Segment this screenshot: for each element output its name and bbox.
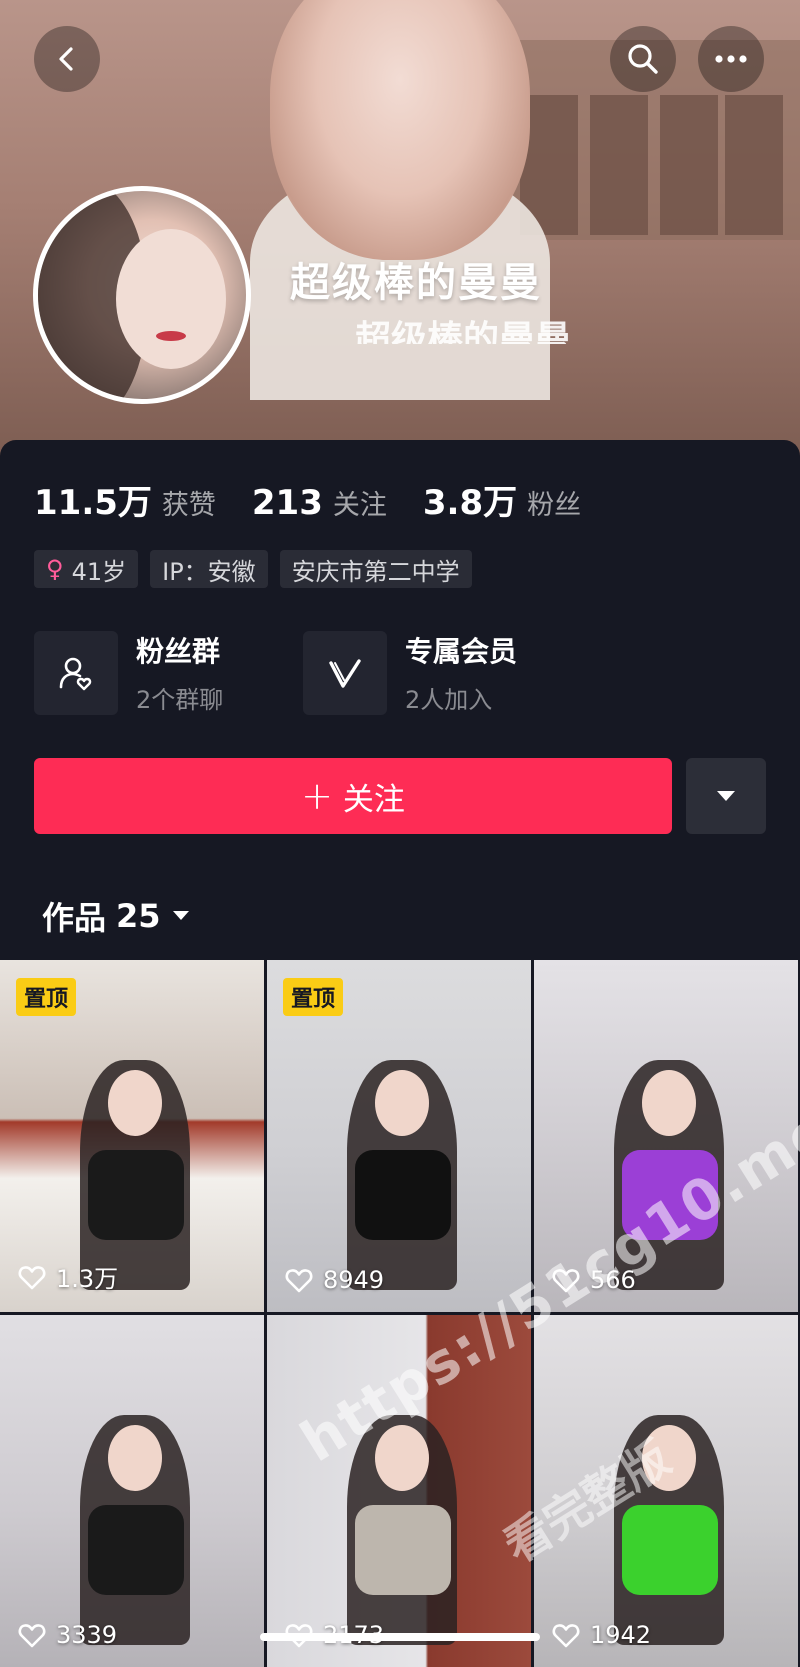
chevron-left-icon: [59, 47, 73, 71]
female-icon: ♀: [46, 555, 64, 583]
school-tag[interactable]: 安庆市第二中学: [279, 550, 472, 588]
profile-nickname: 超级棒的曼曼: [290, 260, 542, 306]
vip-v-icon: [329, 658, 361, 688]
fan-group-icon-box: [34, 630, 118, 715]
more-button[interactable]: [698, 26, 764, 92]
home-indicator[interactable]: [260, 1633, 540, 1641]
video-subject: [88, 1150, 184, 1240]
more-actions-dropdown[interactable]: [686, 758, 766, 834]
likes-count: 11.5万: [34, 483, 152, 523]
caret-down-icon: [172, 911, 189, 920]
plus-icon: +: [301, 774, 333, 818]
works-count: 25: [116, 897, 161, 935]
avatar[interactable]: [33, 186, 251, 404]
follow-label: 关注: [342, 781, 405, 818]
ip-tag: IP：安徽: [150, 550, 268, 588]
heart-icon: [18, 1265, 46, 1289]
likes-count: 1.3万: [56, 1265, 119, 1293]
following-label[interactable]: 关注: [333, 483, 387, 522]
back-button[interactable]: [34, 26, 100, 92]
works-tab[interactable]: 作品 25: [42, 893, 191, 939]
followers-label[interactable]: 粉丝: [527, 483, 581, 522]
fan-group-title: 粉丝群: [136, 635, 221, 668]
search-icon: [628, 44, 658, 74]
profile-tags: ♀ 41岁 IP：安徽 安庆市第二中学: [34, 550, 472, 588]
heart-icon: [552, 1624, 580, 1648]
more-horizontal-icon: [715, 55, 747, 63]
fan-group-icon: [59, 657, 92, 690]
heart-icon: [285, 1269, 313, 1293]
fan-group-entry[interactable]: 粉丝群 2个群聊: [34, 630, 223, 715]
heart-icon: [18, 1624, 46, 1648]
profile-nickname-reflection: 超级棒的曼曼: [355, 319, 572, 344]
cover-portrait: [270, 0, 530, 260]
follow-button[interactable]: + 关注: [34, 758, 672, 834]
works-label: 作品: [42, 899, 107, 937]
search-button[interactable]: [610, 26, 676, 92]
video-likes: 3339: [18, 1621, 117, 1649]
followers-count[interactable]: 3.8万: [423, 475, 517, 524]
pinned-badge: 置顶: [283, 978, 344, 1016]
cover-decor: [590, 95, 648, 235]
likes-count: 1942: [590, 1621, 652, 1649]
pinned-badge: 置顶: [16, 978, 77, 1016]
video-thumbnail[interactable]: 置顶 1.3万: [0, 960, 264, 1312]
vip-icon-box: [303, 630, 387, 715]
video-likes: 8949: [285, 1266, 384, 1294]
video-thumbnail[interactable]: 3339: [0, 1315, 264, 1667]
video-subject: [88, 1505, 184, 1595]
profile-stats: 11.5万 获赞 213 关注 3.8万 粉丝: [34, 475, 617, 524]
vip-subtitle: 2人加入: [405, 686, 493, 714]
vip-membership-entry[interactable]: 专属会员 2人加入: [303, 630, 517, 715]
likes-count: 8949: [323, 1266, 385, 1294]
age-label: 41岁: [71, 557, 127, 586]
age-tag: ♀ 41岁: [34, 550, 139, 588]
cover-decor: [660, 95, 718, 235]
video-subject: [355, 1150, 451, 1240]
likes-label: 获赞: [161, 490, 216, 521]
video-likes: 1942: [552, 1621, 651, 1649]
cover-decor: [725, 95, 783, 235]
video-thumbnail[interactable]: 置顶 8949: [267, 960, 531, 1312]
video-subject: [355, 1505, 451, 1595]
likes-count: 3339: [56, 1621, 118, 1649]
fan-group-subtitle: 2个群聊: [136, 686, 224, 714]
following-count[interactable]: 213: [252, 483, 323, 523]
video-likes: 1.3万: [18, 1259, 118, 1294]
vip-title: 专属会员: [405, 635, 518, 668]
video-subject: [622, 1505, 718, 1595]
caret-down-icon: [717, 791, 735, 801]
